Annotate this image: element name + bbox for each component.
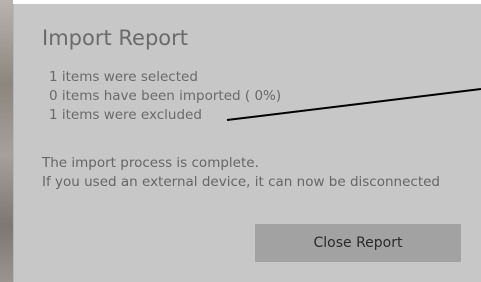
excluded-count-text: 1 items were excluded <box>49 107 202 123</box>
screenshot-stage: Import Report 1 items were selected 0 it… <box>0 0 481 282</box>
imported-count-text: 0 items have been imported ( 0%) <box>49 88 282 104</box>
import-summary: 1 items were selected 0 items have been … <box>49 68 281 125</box>
selected-count-text: 1 items were selected <box>49 69 198 85</box>
completion-text: The import process is complete. <box>42 155 259 171</box>
close-report-button[interactable]: Close Report <box>255 224 461 262</box>
disconnect-text: If you used an external device, it can n… <box>42 174 440 190</box>
dialog-title: Import Report <box>42 26 188 50</box>
import-report-dialog: Import Report 1 items were selected 0 it… <box>13 4 481 282</box>
background-window-edge <box>0 0 13 282</box>
completion-message: The import process is complete. If you u… <box>42 154 440 192</box>
